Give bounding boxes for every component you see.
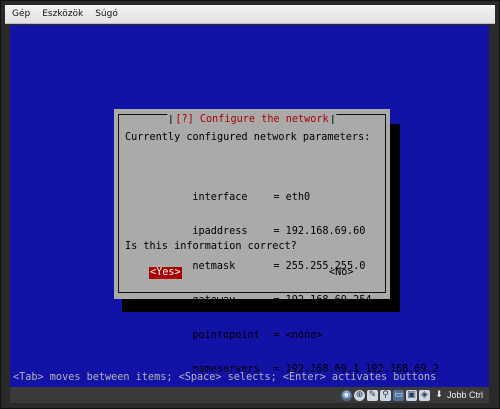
param-key: pointopoint [192,329,260,341]
mouse-integration-icon[interactable]: ◈ [418,389,430,401]
configure-network-dialog: [?] Configure the network Currently conf… [114,109,439,375]
menubar: Gép Eszközök Súgó [5,5,495,24]
device-tray: ◉ ⊕ ✎ ⚲ ▭ ▣ ◈ ⬇ Jobb Ctrl [340,388,483,402]
param-value: = eth0 [273,191,311,203]
usb-icon[interactable]: ⚲ [379,389,391,401]
pencil-icon[interactable]: ✎ [366,389,378,401]
param-value: = 192.168.69.254 [273,295,372,306]
param-value: = 192.168.69.60 [273,226,366,237]
cd-icon[interactable]: ⊕ [353,389,365,401]
param-row-nameservers: nameservers = 192.168.69.1 192.168.69.2 [131,353,439,375]
host-key-label: Jobb Ctrl [446,390,483,400]
param-row-pointopoint: pointopoint = <none> [131,318,439,341]
param-key: interface [192,191,248,203]
yes-button[interactable]: <Yes> [149,267,182,279]
hard-disk-icon[interactable]: ◉ [340,389,352,401]
network-icon[interactable]: ▭ [392,389,404,401]
param-row-gateway: gateway = 192.168.69.254 [131,284,439,306]
display-icon[interactable]: ▣ [405,389,417,401]
menu-help[interactable]: Súgó [90,9,123,19]
param-row-interface: interface = eth0 [131,180,439,203]
vm-status-bar: ◉ ⊕ ✎ ⚲ ▭ ▣ ◈ ⬇ Jobb Ctrl [10,387,489,403]
param-value: = <none> [273,329,323,341]
confirm-question: Is this information correct? [125,241,297,252]
param-key: ipaddress [192,226,248,237]
menu-tools[interactable]: Eszközök [37,9,88,19]
host-key-arrow-icon: ⬇ [435,390,443,400]
dialog-title: [?] Configure the network [167,114,337,126]
virtualbox-window: Gép Eszközök Súgó [?] Configure the netw… [0,0,500,409]
param-key: netmask [192,260,236,272]
menu-machine[interactable]: Gép [7,9,35,19]
param-row-ipaddress: ipaddress = 192.168.69.60 [131,215,439,237]
no-button[interactable]: <No> [329,267,354,279]
param-key: gateway [192,295,236,306]
keyboard-help-line: <Tab> moves between items; <Space> selec… [13,372,437,383]
dialog-intro: Currently configured network parameters: [125,132,371,143]
vm-screen[interactable]: [?] Configure the network Currently conf… [10,25,489,387]
